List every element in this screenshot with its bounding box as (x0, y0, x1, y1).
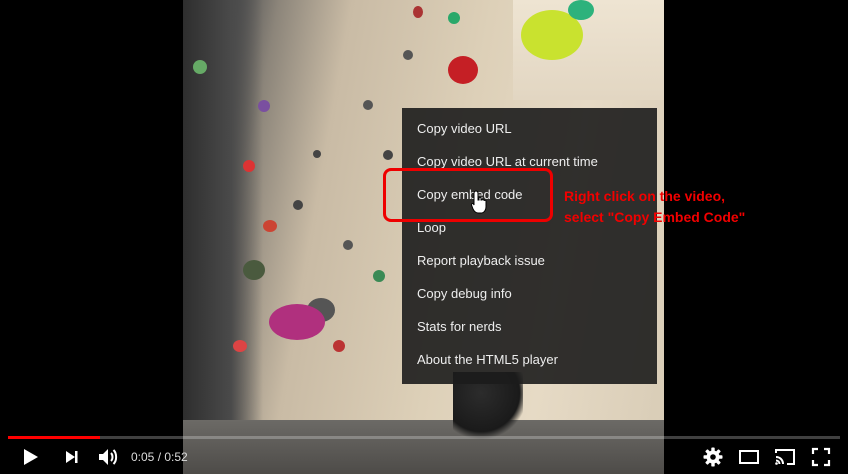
climbing-hold (568, 0, 594, 20)
theater-mode-icon[interactable] (737, 445, 761, 469)
menu-item-report-playback-issue[interactable]: Report playback issue (402, 244, 657, 277)
progress-bar[interactable] (8, 436, 840, 439)
time-separator: / (154, 450, 165, 464)
volume-icon[interactable] (96, 445, 120, 469)
climbing-hold (403, 50, 413, 60)
duration: 0:52 (164, 450, 188, 464)
climbing-hold (293, 200, 303, 210)
climbing-hold (243, 160, 255, 172)
climbing-hold (448, 12, 460, 24)
climbing-hold (243, 260, 265, 280)
letterbox-right (664, 0, 848, 474)
fullscreen-icon[interactable] (809, 445, 833, 469)
context-menu: Copy video URL Copy video URL at current… (402, 108, 657, 384)
climbing-hold (193, 60, 207, 74)
menu-item-stats-for-nerds[interactable]: Stats for nerds (402, 310, 657, 343)
letterbox-left (0, 0, 183, 474)
gear-icon[interactable] (701, 445, 725, 469)
player-controls: 0:05 / 0:52 (0, 441, 848, 474)
climbing-hold (383, 150, 393, 160)
climbing-hold (263, 220, 277, 232)
climbing-hold (258, 100, 270, 112)
highlight-annotation-box (383, 168, 553, 222)
climbing-hold (233, 340, 247, 352)
climbing-hold (373, 270, 385, 282)
menu-item-copy-debug-info[interactable]: Copy debug info (402, 277, 657, 310)
cast-icon[interactable] (773, 445, 797, 469)
instruction-annotation: Right click on the video, select "Copy E… (564, 186, 745, 228)
climbing-hold (269, 304, 325, 340)
climbing-hold (363, 100, 373, 110)
current-time: 0:05 (131, 450, 155, 464)
hand-cursor-icon (471, 190, 487, 214)
climbing-hold (448, 56, 478, 84)
time-display: 0:05 / 0:52 (131, 450, 188, 464)
menu-item-copy-video-url[interactable]: Copy video URL (402, 112, 657, 145)
climbing-hold (333, 340, 345, 352)
progress-bar-played (8, 436, 100, 439)
annotation-line-2: select "Copy Embed Code" (564, 209, 746, 225)
climbing-hold (313, 150, 321, 158)
next-icon[interactable] (60, 445, 84, 469)
climbing-hold (343, 240, 353, 250)
annotation-line-1: Right click on the video, (564, 188, 726, 204)
climbing-hold (413, 6, 423, 18)
play-icon[interactable] (18, 445, 42, 469)
menu-item-about-html5-player[interactable]: About the HTML5 player (402, 343, 657, 376)
